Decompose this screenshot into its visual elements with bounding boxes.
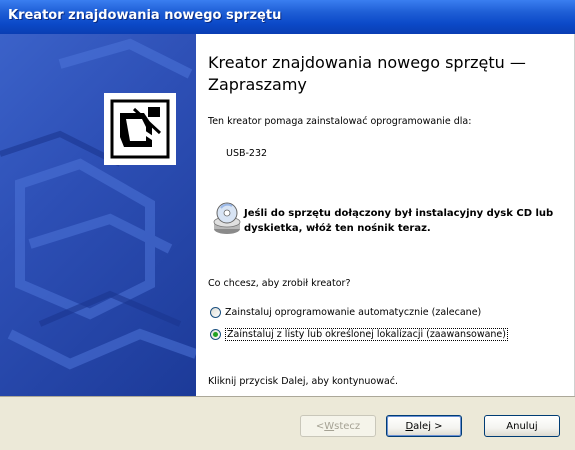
option-advanced[interactable]: Zainstaluj z listy lub określonej lokali… bbox=[210, 326, 508, 342]
device-name: USB-232 bbox=[226, 148, 268, 159]
radio-automatic[interactable] bbox=[210, 306, 221, 318]
back-button-prefix: < bbox=[315, 420, 325, 432]
question-text: Co chcesz, aby zrobił kreator? bbox=[208, 278, 351, 289]
cancel-button[interactable]: Anuluj bbox=[484, 415, 560, 437]
option-automatic-label[interactable]: Zainstaluj oprogramowanie automatycznie … bbox=[225, 307, 481, 318]
title-bar[interactable]: Kreator znajdowania nowego sprzętu bbox=[0, 0, 575, 34]
button-bar: < Wstecz Dalej > Anuluj bbox=[0, 396, 575, 450]
cd-message: Jeśli do sprzętu dołączony był instalacy… bbox=[244, 208, 554, 234]
next-button-accel: D bbox=[405, 420, 414, 432]
hardware-wizard-icon bbox=[104, 93, 176, 165]
wizard-content: Kreator znajdowania nowego sprzętu — Zap… bbox=[196, 34, 574, 396]
side-panel-decoration bbox=[0, 38, 196, 370]
wizard-side-panel bbox=[0, 34, 196, 396]
next-button[interactable]: Dalej > bbox=[386, 415, 462, 437]
continue-hint: Kliknij przycisk Dalej, aby kontynuować. bbox=[208, 376, 399, 387]
radio-advanced[interactable] bbox=[210, 328, 221, 340]
option-automatic[interactable]: Zainstaluj oprogramowanie automatycznie … bbox=[210, 304, 481, 320]
next-button-rest: alej > bbox=[413, 420, 443, 432]
intro-text: Ten kreator pomaga zainstalować oprogram… bbox=[208, 116, 472, 127]
wizard-window: Kreator znajdowania nowego sprzętu Kreat… bbox=[0, 0, 575, 450]
back-button-rest: stecz bbox=[334, 420, 361, 432]
back-button[interactable]: < Wstecz bbox=[300, 415, 376, 437]
window-title: Kreator znajdowania nowego sprzętu bbox=[8, 8, 282, 23]
back-button-accel: W bbox=[324, 420, 335, 432]
option-advanced-label[interactable]: Zainstaluj z listy lub określonej lokali… bbox=[225, 327, 508, 341]
cd-disk-icon bbox=[213, 202, 241, 234]
page-heading: Kreator znajdowania nowego sprzętu — Zap… bbox=[208, 53, 526, 94]
